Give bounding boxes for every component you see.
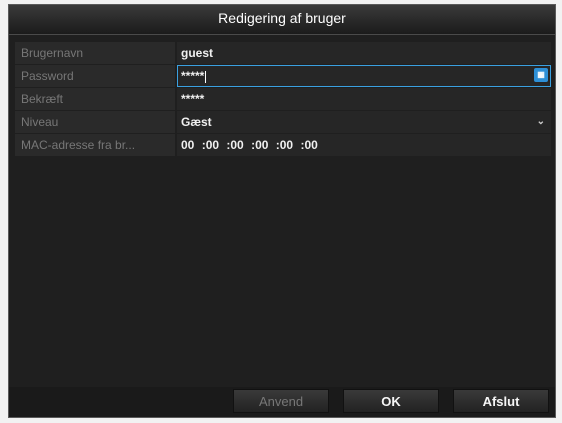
password-field[interactable]: ***** ▦ — [177, 65, 551, 87]
mac-octet-5[interactable]: :00 — [276, 134, 293, 156]
confirm-password-field[interactable]: ***** — [177, 88, 551, 110]
chevron-down-icon: ⌄ — [536, 116, 545, 127]
mac-octet-4[interactable]: :00 — [251, 134, 268, 156]
username-row: Brugernavn guest — [15, 42, 551, 64]
mac-octet-6[interactable]: :00 — [300, 134, 317, 156]
password-label: Password — [15, 65, 175, 87]
edit-user-dialog: Redigering af bruger Brugernavn guest Pa… — [8, 4, 556, 418]
apply-button[interactable]: Anvend — [233, 389, 329, 413]
level-value: Gæst — [181, 115, 212, 129]
dialog-title: Redigering af bruger — [9, 5, 555, 35]
level-select[interactable]: Gæst ⌄ — [177, 111, 551, 133]
mac-octet-2[interactable]: :00 — [202, 134, 219, 156]
mac-label: MAC-adresse fra br... — [15, 134, 175, 156]
user-form: Brugernavn guest Password ***** ▦ Bekræf… — [15, 42, 551, 157]
username-field[interactable]: guest — [177, 42, 551, 64]
button-bar: Anvend OK Afslut — [9, 387, 555, 417]
username-label: Brugernavn — [15, 42, 175, 64]
mac-row: MAC-adresse fra br... 00 :00 :00 :00 :00… — [15, 134, 551, 156]
mac-octet-1[interactable]: 00 — [181, 134, 194, 156]
confirm-row: Bekræft ***** — [15, 88, 551, 110]
screen-frame: Redigering af bruger Brugernavn guest Pa… — [0, 0, 562, 423]
confirm-label: Bekræft — [15, 88, 175, 110]
exit-button[interactable]: Afslut — [453, 389, 549, 413]
ok-button[interactable]: OK — [343, 389, 439, 413]
text-cursor — [205, 70, 207, 83]
password-value: ***** — [181, 69, 205, 83]
level-row: Niveau Gæst ⌄ — [15, 111, 551, 133]
keyboard-icon[interactable]: ▦ — [534, 68, 548, 82]
level-label: Niveau — [15, 111, 175, 133]
password-row: Password ***** ▦ — [15, 65, 551, 87]
mac-address-field[interactable]: 00 :00 :00 :00 :00 :00 — [177, 134, 551, 156]
mac-octet-3[interactable]: :00 — [226, 134, 243, 156]
